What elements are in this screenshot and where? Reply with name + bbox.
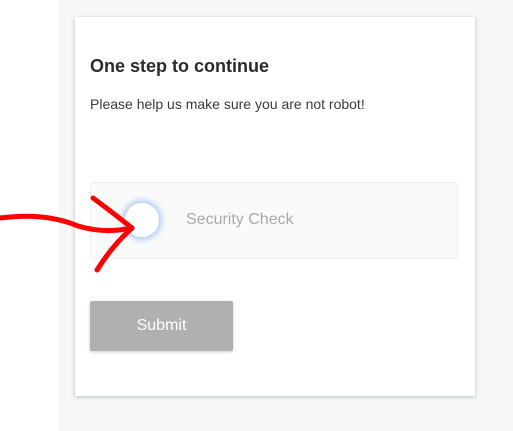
page-title: One step to continue [90, 56, 270, 76]
captcha-label: Security Check [186, 211, 294, 228]
captcha-widget: Security Check [90, 182, 458, 259]
submit-button[interactable]: Submit [90, 301, 233, 351]
page-subtitle: Please help us make sure you are not rob… [90, 96, 365, 112]
red-hand-drawn-arrow-icon [0, 195, 135, 273]
